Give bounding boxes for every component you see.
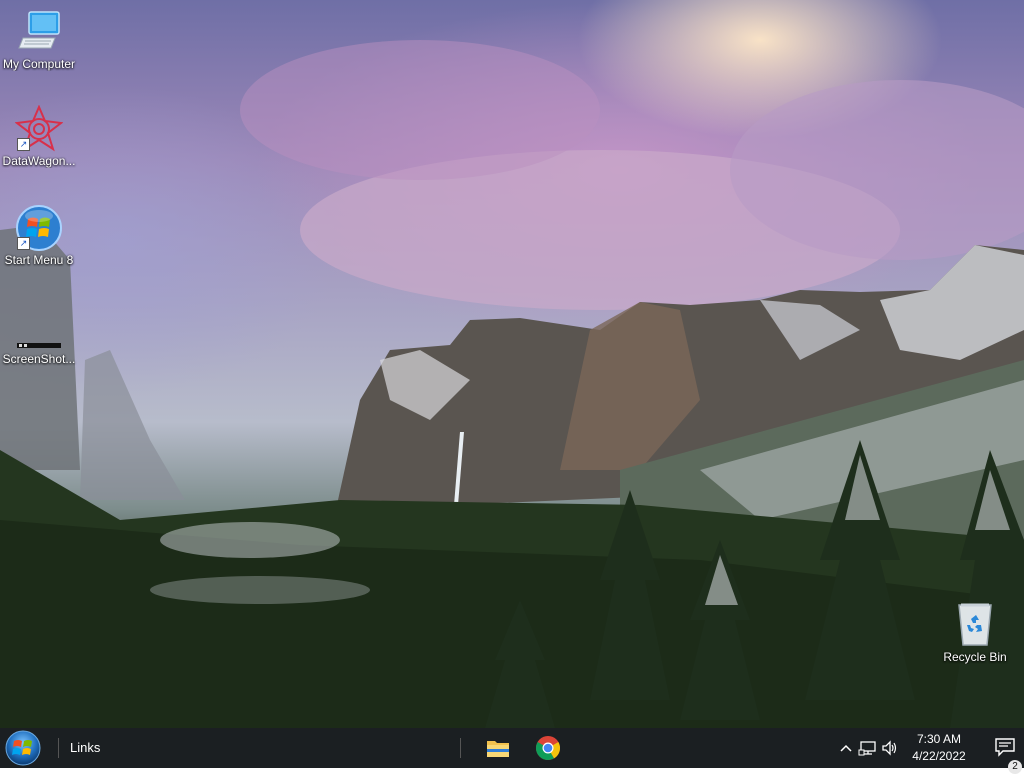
network-icon[interactable]: [858, 738, 878, 758]
taskbar-app-file-explorer[interactable]: [482, 732, 514, 764]
recycle-bin-icon: [951, 601, 999, 649]
desktop-icon-datawagon[interactable]: ↗ DataWagon...: [0, 104, 78, 168]
clock-time: 7:30 AM: [916, 732, 962, 746]
desktop-icon-start-menu-8[interactable]: ↗ Start Menu 8: [0, 204, 78, 267]
desktop-icon-label: Start Menu 8: [4, 253, 74, 267]
datawagon-icon: ↗: [14, 104, 64, 153]
folder-icon: [487, 741, 509, 757]
desktop-icon-label: My Computer: [2, 57, 76, 71]
clock[interactable]: 7:30 AM 4/22/2022: [904, 731, 974, 765]
volume-icon[interactable]: [880, 738, 900, 758]
taskbar-separator: [460, 738, 461, 758]
computer-icon: [15, 8, 63, 56]
clock-date: 4/22/2022: [912, 749, 966, 763]
system-tray: 7:30 AM 4/22/2022 2: [834, 728, 1024, 774]
action-center-button[interactable]: 2: [994, 736, 1022, 774]
links-toolbar[interactable]: Links: [70, 740, 100, 755]
desktop-icon-screenshot[interactable]: ScreenShot...: [0, 303, 78, 366]
shortcut-arrow-icon: ↗: [17, 138, 30, 151]
screenshot-icon: [15, 303, 63, 351]
taskbar-app-chrome[interactable]: [532, 732, 564, 764]
chrome-icon: [535, 736, 561, 761]
desktop-icon-my-computer[interactable]: My Computer: [0, 8, 78, 71]
desktop-icon-recycle-bin[interactable]: Recycle Bin: [936, 601, 1014, 664]
shortcut-arrow-icon: ↗: [17, 237, 30, 250]
desktop-icon-label: Recycle Bin: [943, 650, 1007, 664]
notification-count-badge: 2: [1008, 760, 1022, 774]
chevron-up-icon[interactable]: [836, 738, 856, 758]
desktop-icon-label: DataWagon...: [2, 154, 76, 168]
desktop[interactable]: My Computer ↗ DataWagon... ↗ Start Menu …: [0, 0, 1024, 728]
wallpaper: [0, 40, 1024, 728]
desktop-icon-label: ScreenShot...: [2, 352, 76, 366]
start-menu-8-icon: ↗: [15, 204, 63, 252]
start-button[interactable]: [4, 729, 42, 767]
windows-orb-icon: [5, 730, 41, 766]
taskbar-separator: [58, 738, 59, 758]
taskbar: Links 7:30 AM 4/22/2022 2: [0, 728, 1024, 774]
notification-icon: [995, 738, 1015, 757]
